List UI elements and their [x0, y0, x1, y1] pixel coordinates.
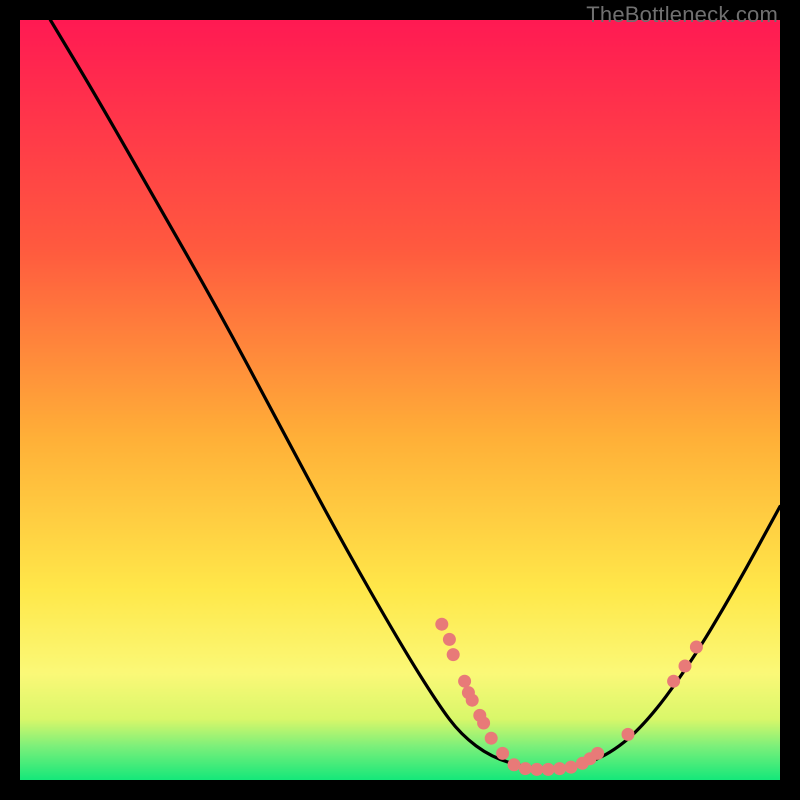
curve-marker: [553, 762, 566, 775]
curve-marker: [496, 747, 509, 760]
curve-marker: [458, 675, 471, 688]
curve-marker: [667, 675, 680, 688]
curve-marker: [542, 763, 555, 776]
curve-marker: [690, 641, 703, 654]
curve-marker: [519, 762, 532, 775]
curve-marker: [622, 728, 635, 741]
curve-marker: [530, 763, 543, 776]
curve-marker: [591, 747, 604, 760]
curve-marker: [447, 648, 460, 661]
bottleneck-curve-chart: [20, 20, 780, 780]
curve-marker: [477, 717, 490, 730]
curve-marker: [485, 732, 498, 745]
curve-marker: [679, 660, 692, 673]
curve-marker: [466, 694, 479, 707]
curve-markers: [435, 618, 703, 776]
bottleneck-curve: [50, 20, 780, 769]
curve-marker: [435, 618, 448, 631]
curve-marker: [508, 758, 521, 771]
curve-marker: [565, 761, 578, 774]
curve-marker: [443, 633, 456, 646]
